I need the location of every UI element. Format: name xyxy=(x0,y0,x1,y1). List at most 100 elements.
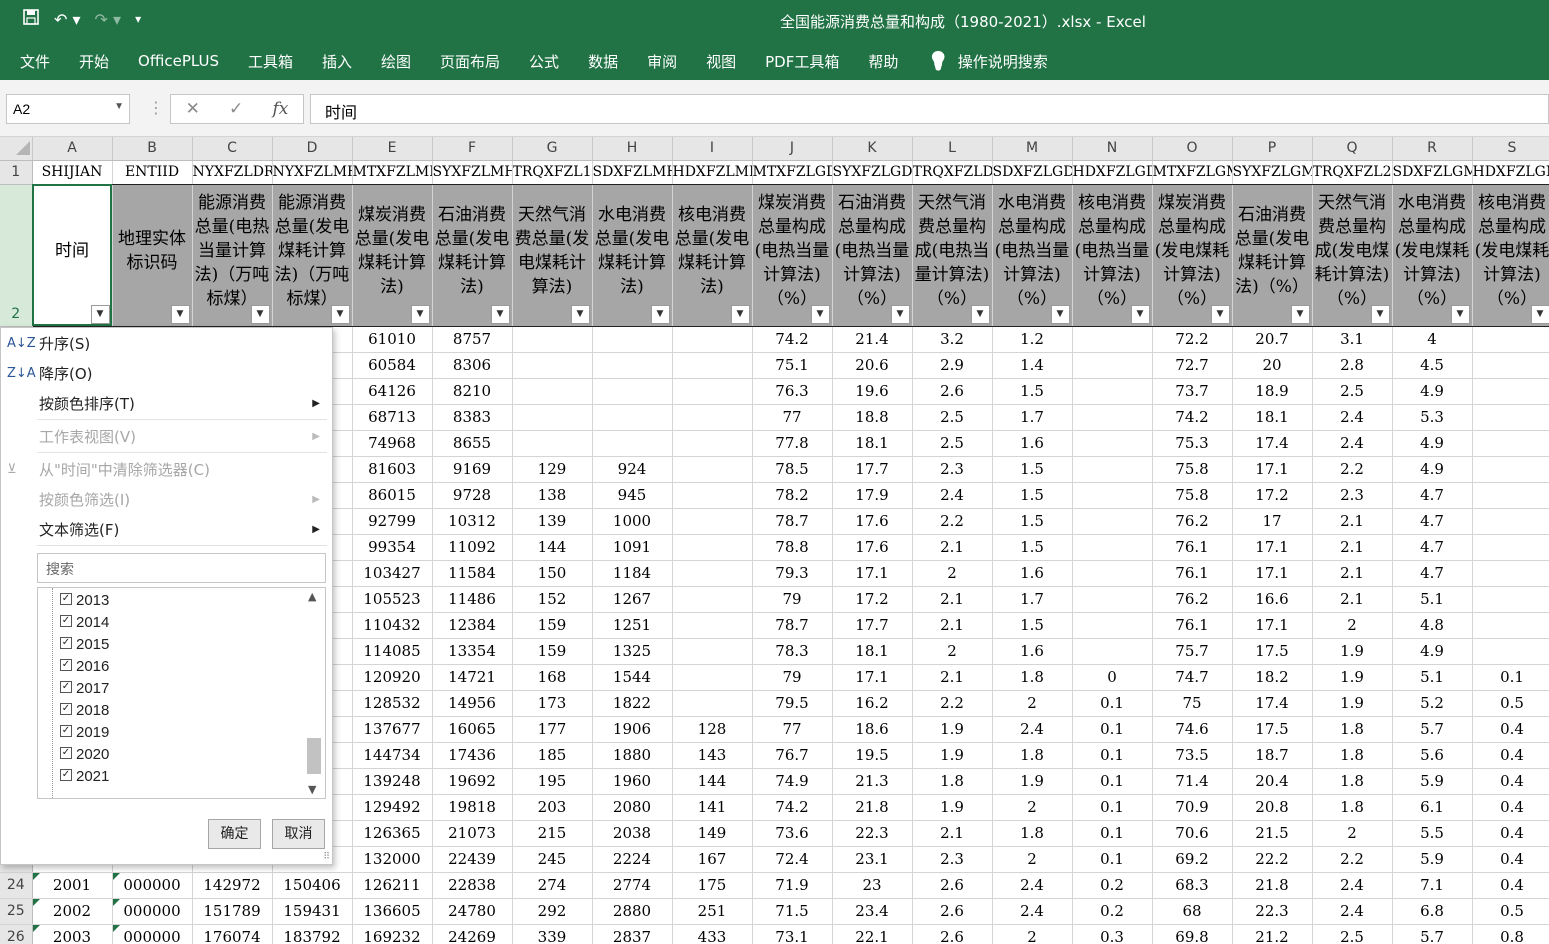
cell[interactable]: 72.2 xyxy=(1152,326,1233,353)
cell[interactable]: 18.7 xyxy=(1232,742,1313,769)
cell[interactable]: HDXFZLMH xyxy=(672,160,753,185)
cell[interactable]: 17.5 xyxy=(1232,638,1313,665)
cell[interactable] xyxy=(672,638,753,665)
cell[interactable]: 74.2 xyxy=(1152,404,1233,431)
cell[interactable]: 0.1 xyxy=(1072,846,1153,873)
cell[interactable]: 203 xyxy=(512,794,593,821)
cell[interactable]: 177 xyxy=(512,716,593,743)
cell[interactable]: 1.6 xyxy=(992,560,1073,587)
cell[interactable] xyxy=(592,326,673,353)
cell[interactable]: 1251 xyxy=(592,612,673,639)
cell[interactable]: 76.1 xyxy=(1152,560,1233,587)
cell[interactable]: 70.9 xyxy=(1152,794,1233,821)
cell[interactable]: TRQXFZLD xyxy=(912,160,993,185)
cell[interactable]: 17.2 xyxy=(832,586,913,613)
cell[interactable] xyxy=(1072,482,1153,509)
cell[interactable]: 73.1 xyxy=(752,924,833,944)
cell[interactable]: 128 xyxy=(672,716,753,743)
column-header[interactable]: S xyxy=(1472,137,1549,161)
row-header[interactable]: 2 xyxy=(0,184,33,327)
cell[interactable]: MTXFZLGM xyxy=(1152,160,1233,185)
cell[interactable]: 0.1 xyxy=(1072,794,1153,821)
cell[interactable]: 2.2 xyxy=(912,690,993,717)
cell[interactable]: 1.8 xyxy=(992,820,1073,847)
cell[interactable]: 68 xyxy=(1152,898,1233,925)
insert-function-icon[interactable]: fx xyxy=(273,99,289,119)
cell[interactable]: 17 xyxy=(1232,508,1313,535)
cell[interactable]: 2.4 xyxy=(912,482,993,509)
cell[interactable] xyxy=(672,690,753,717)
cell[interactable]: 2.4 xyxy=(1312,898,1393,925)
filter-dropdown-icon[interactable]: ▼ xyxy=(970,304,990,324)
cell[interactable]: 1.5 xyxy=(992,534,1073,561)
cell[interactable]: 21.2 xyxy=(1232,924,1313,944)
cell[interactable]: 105523 xyxy=(352,586,433,613)
sort-descending-item[interactable]: Z↓A 降序(O) xyxy=(1,360,332,388)
cell[interactable]: 2.4 xyxy=(1312,430,1393,457)
sort-ascending-item[interactable]: A↓Z 升序(S) xyxy=(1,330,332,358)
cell[interactable]: 2.1 xyxy=(1312,586,1393,613)
filter-list-item[interactable]: ✓ 2015 xyxy=(60,634,109,656)
cell[interactable]: 8757 xyxy=(432,326,513,353)
cell[interactable]: 0.5 xyxy=(1472,690,1549,717)
cell[interactable]: 173 xyxy=(512,690,593,717)
header-cell[interactable]: 水电消费总量(发电煤耗计算法) ▼ xyxy=(592,184,673,327)
cell[interactable]: 19.6 xyxy=(832,378,913,405)
filter-list-item[interactable]: ✓ 2013 xyxy=(60,590,109,612)
cell[interactable]: 60584 xyxy=(352,352,433,379)
cell[interactable]: 18.8 xyxy=(832,404,913,431)
filter-dropdown-icon[interactable]: ▼ xyxy=(570,304,590,324)
cell[interactable]: 120920 xyxy=(352,664,433,691)
cell[interactable]: 1.9 xyxy=(1312,664,1393,691)
cell[interactable]: 2837 xyxy=(592,924,673,944)
cell[interactable]: 2 xyxy=(992,690,1073,717)
cell[interactable]: 142972 xyxy=(192,872,273,899)
cell[interactable]: 79.3 xyxy=(752,560,833,587)
column-header[interactable]: C xyxy=(192,137,273,161)
cell[interactable]: NYXFZLMH xyxy=(272,160,353,185)
save-icon[interactable] xyxy=(22,8,40,30)
cell[interactable] xyxy=(1472,534,1549,561)
cell[interactable]: 1906 xyxy=(592,716,673,743)
cell[interactable]: 79.5 xyxy=(752,690,833,717)
cell[interactable]: 2880 xyxy=(592,898,673,925)
cell[interactable]: 77 xyxy=(752,404,833,431)
filter-dropdown-icon[interactable]: ▼ xyxy=(1050,304,1070,324)
filter-dropdown-icon[interactable]: ▼ xyxy=(410,304,430,324)
cell[interactable]: 17.6 xyxy=(832,534,913,561)
header-cell[interactable]: 煤炭消费总量构成(发电煤耗计算法)（%） ▼ xyxy=(1152,184,1233,327)
column-header[interactable]: G xyxy=(512,137,593,161)
cell[interactable]: 0.2 xyxy=(1072,872,1153,899)
cell[interactable]: 159 xyxy=(512,612,593,639)
cell[interactable]: 20.4 xyxy=(1232,768,1313,795)
ribbon-tab[interactable]: 绘图 xyxy=(381,51,411,72)
cell[interactable]: 5.3 xyxy=(1392,404,1473,431)
cell[interactable] xyxy=(1472,560,1549,587)
cell[interactable]: 2 xyxy=(912,638,993,665)
cell[interactable] xyxy=(592,378,673,405)
cell[interactable]: 19.5 xyxy=(832,742,913,769)
cell[interactable]: 78.8 xyxy=(752,534,833,561)
cell[interactable]: 72.4 xyxy=(752,846,833,873)
cell[interactable]: 22.3 xyxy=(1232,898,1313,925)
cell[interactable]: 24269 xyxy=(432,924,513,944)
cell[interactable]: 3.1 xyxy=(1312,326,1393,353)
cell[interactable]: 136605 xyxy=(352,898,433,925)
cell[interactable]: 0 xyxy=(1072,664,1153,691)
header-cell[interactable]: 水电消费总量构成(发电煤耗计算法)（%） ▼ xyxy=(1392,184,1473,327)
cell[interactable] xyxy=(512,326,593,353)
filter-list-item[interactable]: ✓ 2014 xyxy=(60,612,109,634)
cell[interactable]: SYXFZLGM xyxy=(1232,160,1313,185)
cell[interactable]: 71.5 xyxy=(752,898,833,925)
cell[interactable]: 141 xyxy=(672,794,753,821)
cell[interactable]: 68713 xyxy=(352,404,433,431)
redo-icon[interactable]: ↷ ▾ xyxy=(95,10,122,29)
row-header[interactable]: 24 xyxy=(0,872,33,899)
cell[interactable]: 1880 xyxy=(592,742,673,769)
cell[interactable]: 175 xyxy=(672,872,753,899)
cell[interactable]: 73.7 xyxy=(1152,378,1233,405)
cell[interactable] xyxy=(1072,352,1153,379)
cell[interactable]: 4 xyxy=(1392,326,1473,353)
cell[interactable]: 16.6 xyxy=(1232,586,1313,613)
cell[interactable]: 2.6 xyxy=(912,898,993,925)
